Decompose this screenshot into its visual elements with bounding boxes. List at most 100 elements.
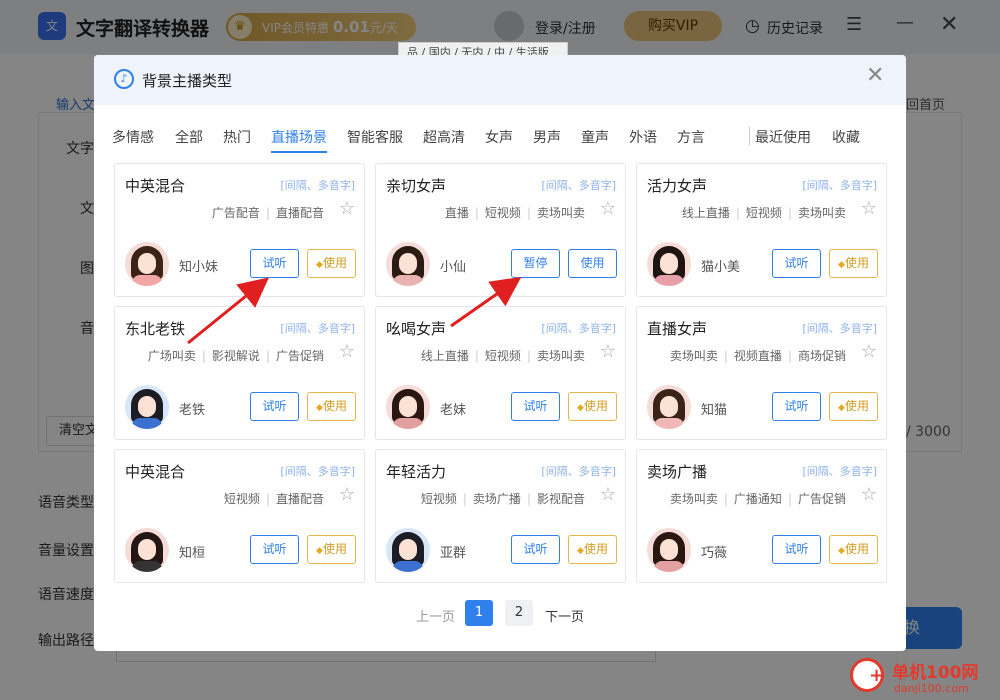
voice-card[interactable]: 年轻活力 [间隔、多音字] 短视频 | 卖场广播 | 影视配音 ☆ 亚群 试听 ◆使用 bbox=[375, 449, 626, 583]
tab-child[interactable]: 童声 bbox=[581, 127, 609, 147]
favorite-star-icon[interactable]: ☆ bbox=[339, 484, 355, 505]
try-listen-button[interactable]: 试听 bbox=[511, 535, 560, 564]
scene-tag: 短视频 bbox=[484, 349, 521, 363]
voice-card[interactable]: 直播女声 [间隔、多音字] 卖场叫卖 | 视频直播 | 商场促销 ☆ 知猫 试听 ◆使用 bbox=[636, 306, 887, 440]
voice-title: 年轻活力 bbox=[386, 463, 447, 481]
favorite-star-icon[interactable]: ☆ bbox=[861, 341, 877, 362]
scene-tag: 广告促销 bbox=[797, 492, 846, 506]
use-button[interactable]: 使用 bbox=[568, 249, 617, 278]
scene-tag: 卖场叫卖 bbox=[797, 206, 846, 220]
tag-separator: | bbox=[474, 206, 479, 220]
voice-card[interactable]: 东北老铁 [间隔、多音字] 广场叫卖 | 影视解说 | 广告促销 ☆ 老铁 试听 ◆使用 bbox=[114, 306, 365, 440]
scene-tag: 视频直播 bbox=[733, 349, 782, 363]
tab-female[interactable]: 女声 bbox=[485, 127, 513, 147]
voice-card[interactable]: 活力女声 [间隔、多音字] 线上直播 | 短视频 | 卖场叫卖 ☆ 猫小美 试听 ◆使用 bbox=[636, 163, 887, 297]
speaker-avatar bbox=[386, 385, 430, 429]
tab-emotion[interactable]: 多情感 bbox=[112, 127, 154, 147]
page-2-button[interactable]: 2 bbox=[505, 600, 533, 626]
use-label: 使用 bbox=[844, 256, 869, 270]
tab-live-scene[interactable]: 直播场景 bbox=[271, 127, 327, 153]
favorite-star-icon[interactable]: ☆ bbox=[339, 198, 355, 219]
page-1-button[interactable]: 1 bbox=[465, 600, 493, 626]
try-listen-button[interactable]: 试听 bbox=[250, 535, 299, 564]
scene-tags: 卖场叫卖 | 广播通知 | 广告促销 bbox=[670, 490, 846, 507]
vip-diamond-icon: ◆ bbox=[316, 546, 323, 556]
favorite-star-icon[interactable]: ☆ bbox=[600, 198, 616, 219]
vip-diamond-icon: ◆ bbox=[577, 546, 584, 556]
scene-tag: 广告促销 bbox=[275, 349, 324, 363]
vip-diamond-icon: ◆ bbox=[316, 403, 323, 413]
pause-button[interactable]: 暂停 bbox=[511, 249, 560, 278]
next-page-button[interactable]: 下一页 bbox=[545, 606, 584, 625]
favorite-star-icon[interactable]: ☆ bbox=[339, 341, 355, 362]
voice-card[interactable]: 中英混合 [间隔、多音字] 短视频 | 直播配音 ☆ 知桓 试听 ◆使用 bbox=[114, 449, 365, 583]
scene-tag: 商场促销 bbox=[797, 349, 846, 363]
scene-tags: 广告配音 | 直播配音 bbox=[212, 204, 324, 221]
tab-smart-service[interactable]: 智能客服 bbox=[347, 127, 403, 147]
scene-tag: 广播通知 bbox=[733, 492, 782, 506]
scene-tag: 广告配音 bbox=[211, 206, 260, 220]
voice-title: 亲切女声 bbox=[386, 177, 447, 195]
watermark-logo-icon: + bbox=[850, 658, 884, 692]
speaker-avatar bbox=[125, 528, 169, 572]
try-listen-button[interactable]: 试听 bbox=[772, 249, 821, 278]
use-label: 使用 bbox=[844, 542, 869, 556]
watermark: + 单机100网 danji100.com bbox=[842, 656, 1000, 700]
use-button[interactable]: ◆使用 bbox=[829, 392, 878, 421]
avatar-body bbox=[393, 275, 423, 286]
use-button[interactable]: ◆使用 bbox=[568, 535, 617, 564]
use-button[interactable]: ◆使用 bbox=[829, 249, 878, 278]
scene-tag: 卖场叫卖 bbox=[536, 206, 585, 220]
voice-card[interactable]: 卖场广播 [间隔、多音字] 卖场叫卖 | 广播通知 | 广告促销 ☆ 巧薇 试听 ◆使用 bbox=[636, 449, 887, 583]
use-button[interactable]: ◆使用 bbox=[307, 535, 356, 564]
tag-separator: | bbox=[474, 349, 479, 363]
speaker-name: 亚群 bbox=[440, 546, 467, 561]
vip-diamond-icon: ◆ bbox=[838, 546, 845, 556]
voice-title: 直播女声 bbox=[647, 320, 708, 338]
use-button[interactable]: ◆使用 bbox=[568, 392, 617, 421]
tab-favorites[interactable]: 收藏 bbox=[832, 127, 860, 147]
speaker-avatar bbox=[386, 242, 430, 286]
scene-tag: 短视频 bbox=[223, 492, 260, 506]
tab-male[interactable]: 男声 bbox=[533, 127, 561, 147]
feature-label: [间隔、多音字] bbox=[541, 179, 616, 192]
try-listen-button[interactable]: 试听 bbox=[772, 535, 821, 564]
speaker-avatar bbox=[647, 528, 691, 572]
speaker-name: 猫小美 bbox=[701, 260, 741, 275]
tab-dialect[interactable]: 方言 bbox=[677, 127, 705, 147]
tab-recent[interactable]: 最近使用 bbox=[755, 127, 811, 147]
use-button[interactable]: ◆使用 bbox=[307, 249, 356, 278]
tab-foreign[interactable]: 外语 bbox=[629, 127, 657, 147]
favorite-star-icon[interactable]: ☆ bbox=[600, 484, 616, 505]
try-listen-button[interactable]: 试听 bbox=[772, 392, 821, 421]
tab-ultra-hd[interactable]: 超高清 bbox=[423, 127, 465, 147]
try-listen-button[interactable]: 试听 bbox=[511, 392, 560, 421]
use-label: 使用 bbox=[322, 399, 347, 413]
speaker-name: 老铁 bbox=[179, 403, 206, 418]
tab-all[interactable]: 全部 bbox=[175, 127, 203, 147]
feature-label: [间隔、多音字] bbox=[541, 465, 616, 478]
try-listen-button[interactable]: 试听 bbox=[250, 249, 299, 278]
tab-divider bbox=[749, 127, 750, 145]
speaker-avatar bbox=[386, 528, 430, 572]
speaker-avatar bbox=[647, 385, 691, 429]
voice-card[interactable]: 亲切女声 [间隔、多音字] 直播 | 短视频 | 卖场叫卖 ☆ 小仙 暂停 使用 bbox=[375, 163, 626, 297]
favorite-star-icon[interactable]: ☆ bbox=[861, 484, 877, 505]
avatar-body bbox=[393, 561, 423, 572]
scene-tag: 卖场叫卖 bbox=[669, 492, 718, 506]
use-button[interactable]: ◆使用 bbox=[829, 535, 878, 564]
tab-hot[interactable]: 热门 bbox=[223, 127, 251, 147]
voice-card[interactable]: 中英混合 [间隔、多音字] 广告配音 | 直播配音 ☆ 知小妹 试听 ◆使用 bbox=[114, 163, 365, 297]
pagination: 上一页 1 2 下一页 bbox=[94, 600, 906, 628]
use-button[interactable]: ◆使用 bbox=[307, 392, 356, 421]
avatar-face bbox=[399, 539, 417, 560]
feature-label: [间隔、多音字] bbox=[802, 322, 877, 335]
favorite-star-icon[interactable]: ☆ bbox=[861, 198, 877, 219]
avatar-face bbox=[660, 253, 678, 274]
try-listen-button[interactable]: 试听 bbox=[250, 392, 299, 421]
voice-card[interactable]: 吆喝女声 [间隔、多音字] 线上直播 | 短视频 | 卖场叫卖 ☆ 老妹 试听 ◆使用 bbox=[375, 306, 626, 440]
favorite-star-icon[interactable]: ☆ bbox=[600, 341, 616, 362]
vip-diamond-icon: ◆ bbox=[577, 403, 584, 413]
close-icon[interactable]: ✕ bbox=[866, 63, 884, 88]
prev-page-button[interactable]: 上一页 bbox=[416, 606, 455, 625]
